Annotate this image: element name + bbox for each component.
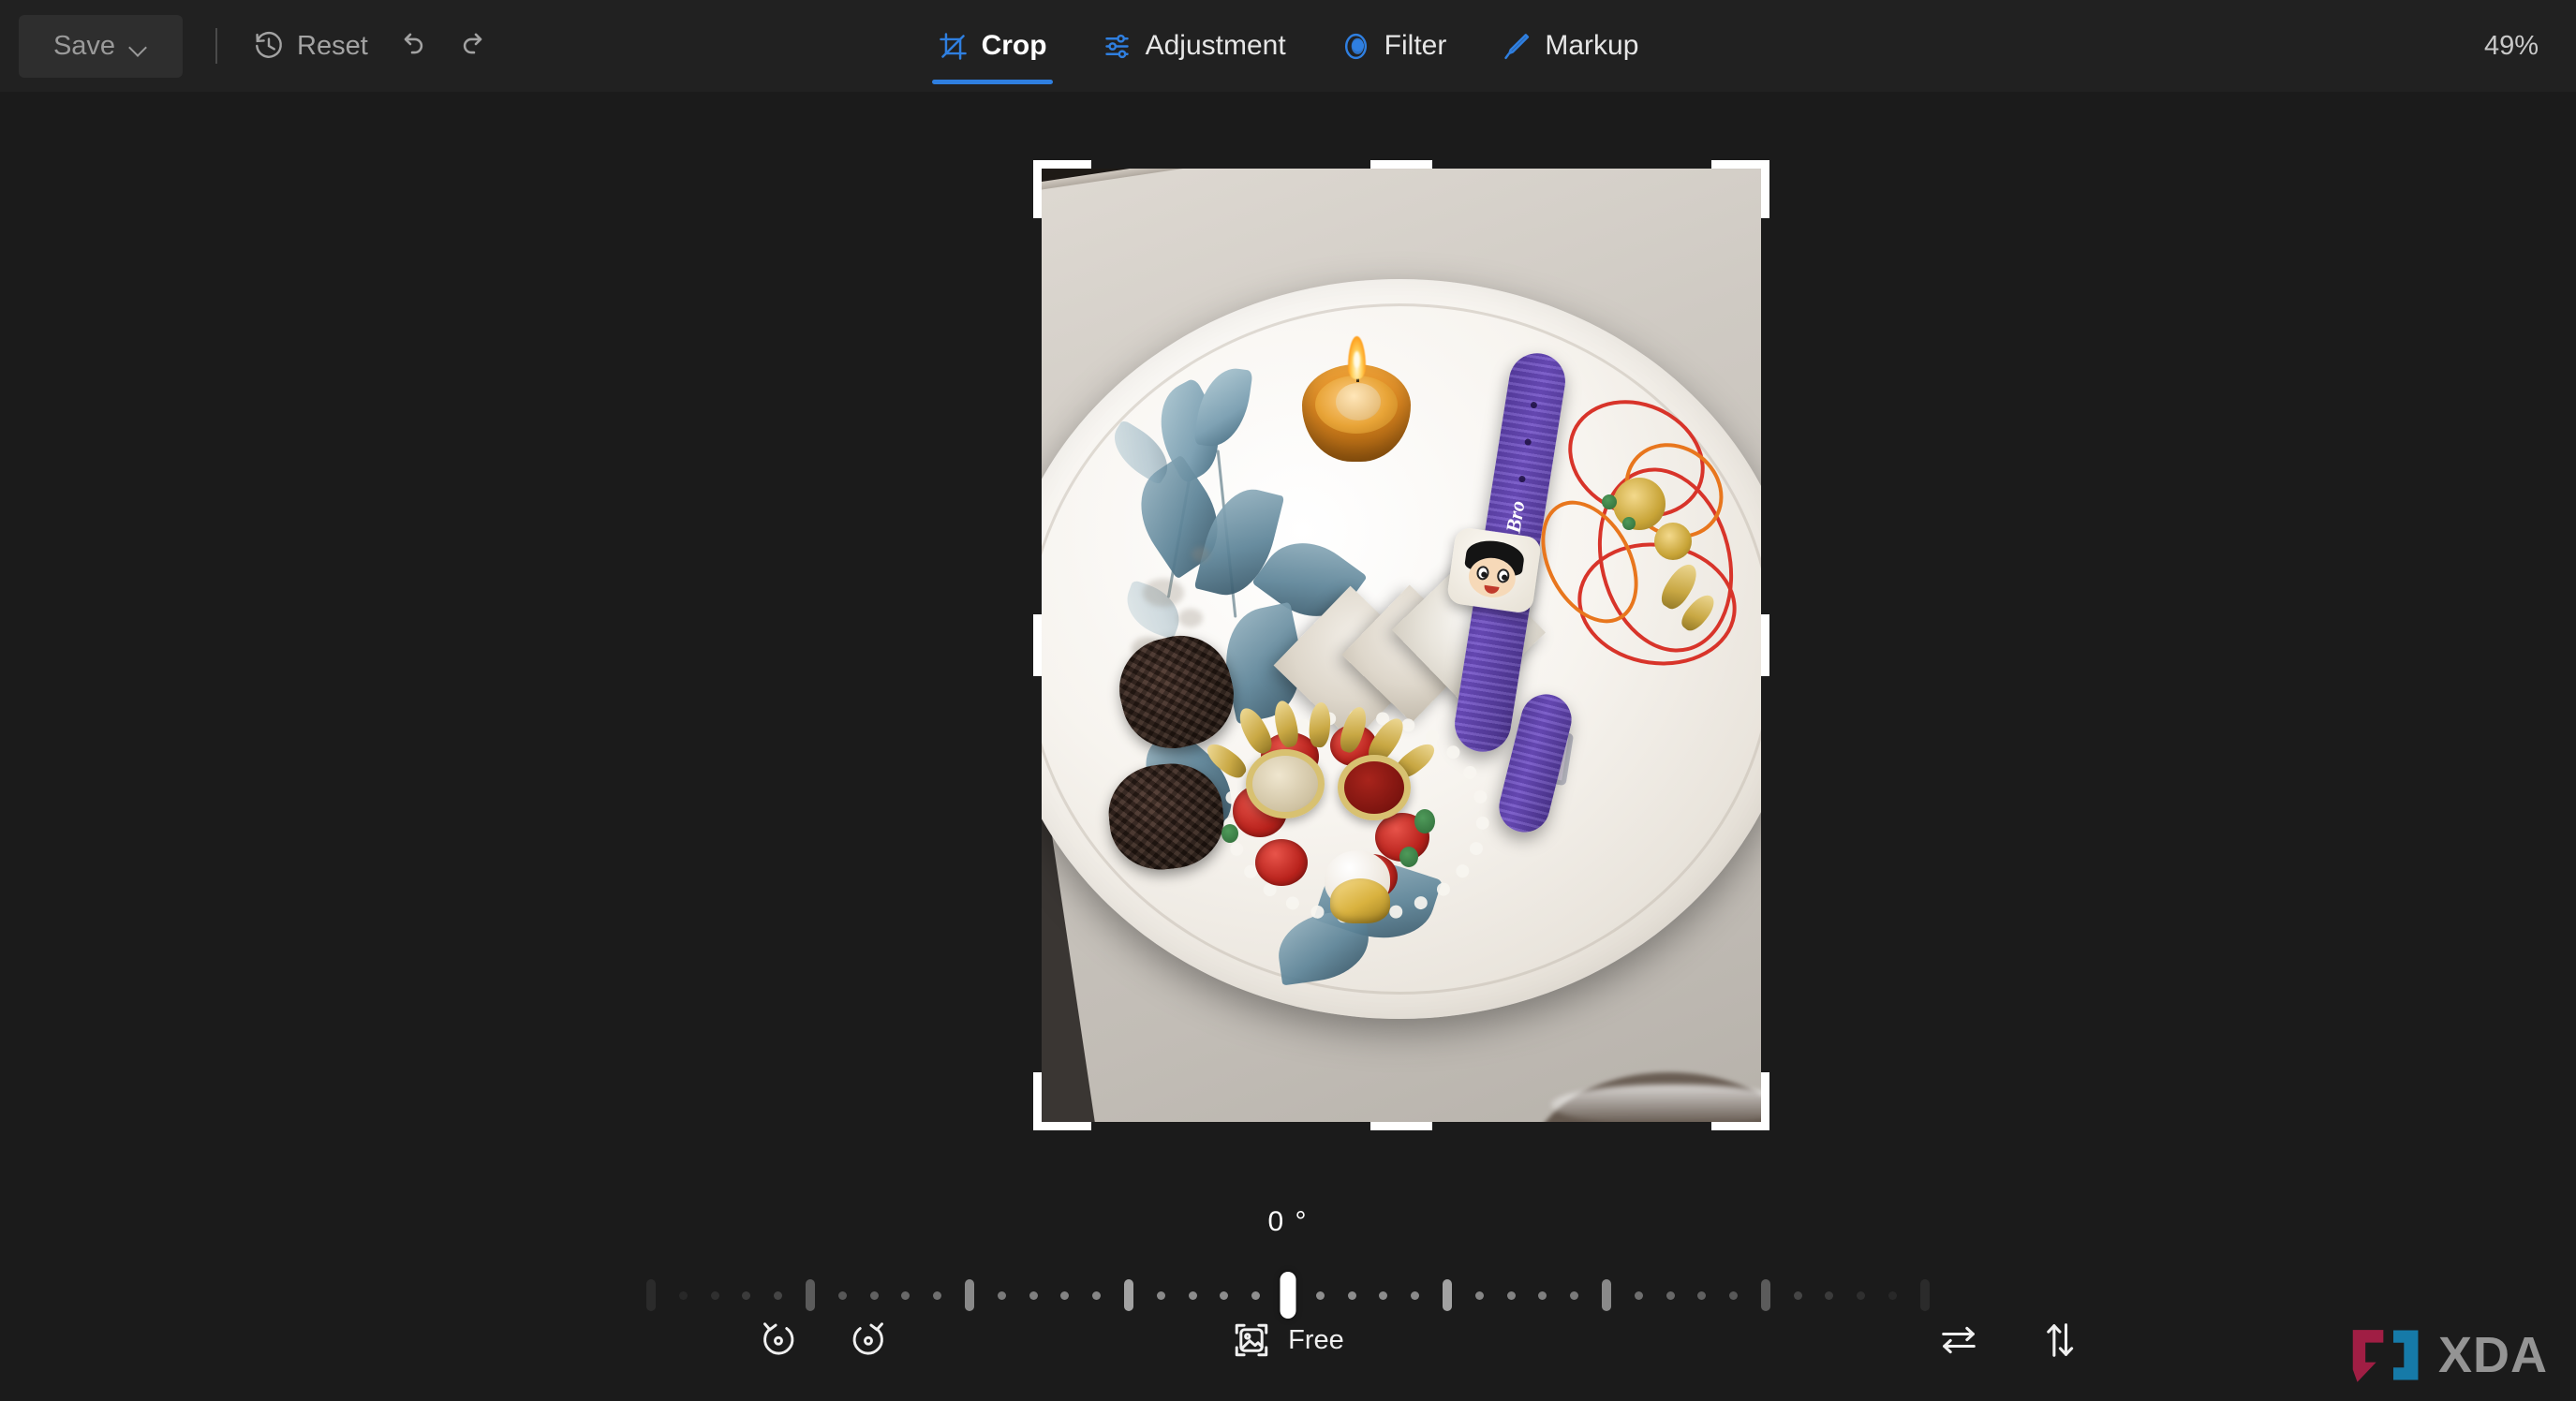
xda-logo-mark	[2347, 1326, 2425, 1384]
flip-horizontal-icon	[1942, 1326, 1976, 1354]
rakhi-knot	[1613, 478, 1666, 530]
xda-wordmark: XDA	[2437, 1327, 2548, 1383]
aspect-ratio-group: Free	[0, 1311, 2576, 1369]
reset-button-label: Reset	[297, 30, 368, 61]
undo-arrow-icon	[404, 33, 422, 54]
rice-bowl	[1246, 749, 1325, 818]
photo-image: Super Bro	[1042, 169, 1761, 1122]
tab-adjustment-label: Adjustment	[1145, 30, 1286, 61]
tab-crop[interactable]: Crop	[926, 13, 1059, 84]
editor-canvas[interactable]: Super Bro	[0, 92, 2576, 1401]
aspect-ratio-button[interactable]: Free	[1215, 1311, 1361, 1369]
tab-filter[interactable]: Filter	[1329, 13, 1458, 79]
app-header: Save Reset Crop Adjustment Filter Markup…	[0, 0, 2576, 92]
filter-circles-icon	[1344, 33, 1367, 59]
xda-bracket-right-icon	[2392, 1330, 2419, 1380]
tab-markup-label: Markup	[1545, 30, 1639, 61]
chevron-down-icon	[130, 41, 148, 52]
redo-arrow-icon	[463, 33, 482, 54]
diya-lamp	[1296, 332, 1416, 465]
sliders-icon	[1104, 34, 1129, 58]
ganesha-figurine	[1317, 845, 1403, 925]
reset-button[interactable]: Reset	[240, 17, 381, 75]
header-left-group: Save Reset	[0, 14, 505, 78]
crop-handle-bottom[interactable]	[1370, 1122, 1432, 1130]
crop-icon	[939, 32, 967, 60]
zoom-level: 49%	[2483, 30, 2539, 61]
crop-handle-right[interactable]	[1761, 614, 1769, 676]
header-divider	[215, 28, 217, 64]
kumkum-bowl	[1338, 755, 1411, 820]
rotation-value: 0 °	[1267, 1206, 1309, 1237]
crop-bottom-toolbar: Free	[0, 1289, 2576, 1401]
tab-adjustment[interactable]: Adjustment	[1090, 13, 1297, 79]
aspect-ratio-label: Free	[1288, 1324, 1344, 1355]
tab-crop-label: Crop	[981, 30, 1047, 61]
photo-container[interactable]: Super Bro	[1042, 169, 1761, 1122]
save-button[interactable]: Save	[19, 14, 183, 78]
rakhi-band-face	[1445, 525, 1543, 615]
tab-markup[interactable]: Markup	[1489, 13, 1650, 79]
save-button-label: Save	[52, 30, 116, 61]
aspect-ratio-image-icon	[1235, 1323, 1268, 1357]
history-clock-icon	[256, 32, 282, 58]
crop-handle-top[interactable]	[1370, 160, 1432, 169]
pooja-decoration	[1202, 699, 1497, 935]
tab-active-underline	[931, 80, 1053, 84]
xda-watermark: XDA	[2347, 1326, 2548, 1384]
flip-group	[1930, 1311, 2089, 1369]
tab-filter-label: Filter	[1384, 30, 1447, 61]
flip-vertical-button[interactable]	[2031, 1311, 2089, 1369]
redo-button[interactable]	[443, 17, 505, 75]
pen-brush-icon	[1504, 33, 1530, 59]
rakhi-knot	[1654, 523, 1692, 560]
flip-vertical-icon	[2047, 1323, 2074, 1357]
xda-bracket-left-icon	[2352, 1330, 2384, 1382]
crop-handle-left[interactable]	[1033, 614, 1042, 676]
undo-button[interactable]	[381, 17, 443, 75]
flip-horizontal-button[interactable]	[1930, 1311, 1988, 1369]
